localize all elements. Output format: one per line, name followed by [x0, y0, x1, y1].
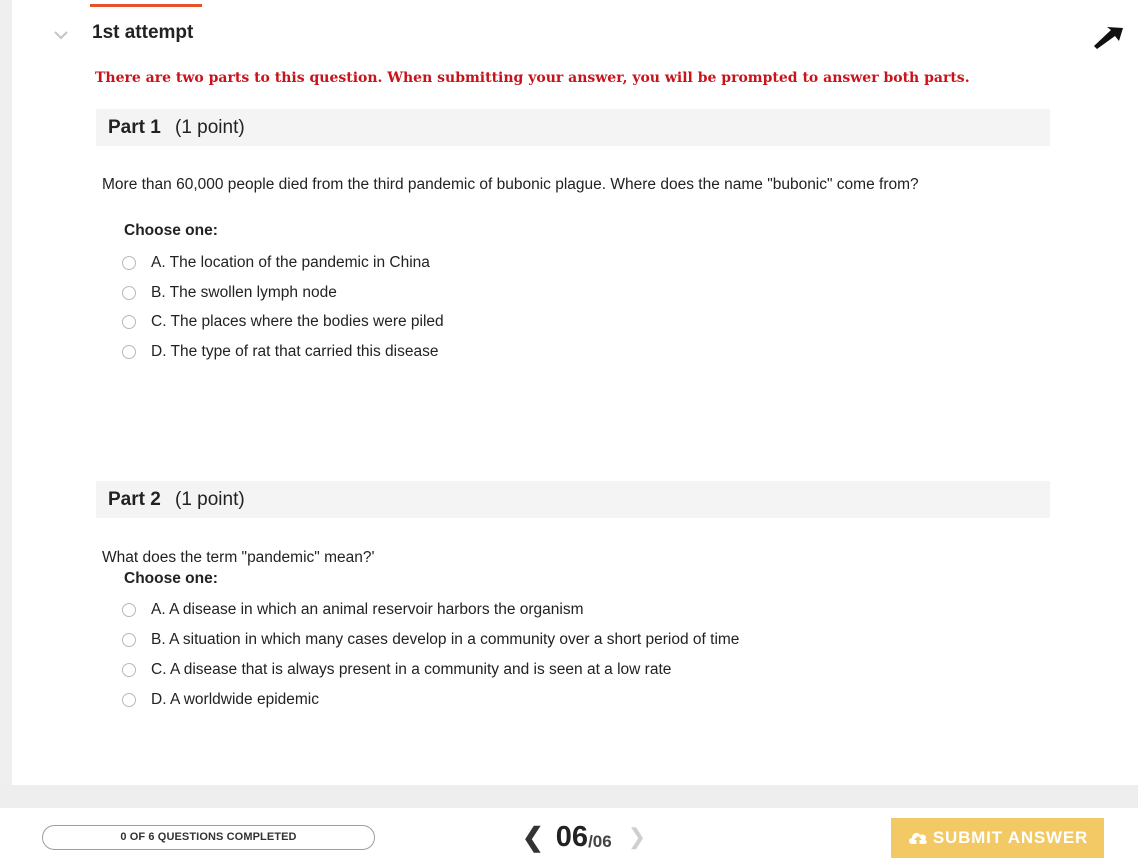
part-2-choose-label: Choose one:	[124, 570, 218, 587]
question-pager: ❮ 06 /06 ❯	[522, 820, 646, 854]
part-1-option-a[interactable]: A. The location of the pandemic in China	[122, 251, 430, 275]
tab-accent-bar	[90, 4, 202, 7]
radio-button[interactable]	[122, 256, 136, 270]
two-part-notice: There are two parts to this question. Wh…	[95, 70, 970, 86]
arrow-icon[interactable]	[1090, 24, 1124, 50]
option-label: C. A disease that is always present in a…	[151, 661, 672, 678]
radio-button[interactable]	[122, 663, 136, 677]
option-label: D. The type of rat that carried this dis…	[151, 343, 439, 360]
part-1-option-c[interactable]: C. The places where the bodies were pile…	[122, 310, 444, 334]
option-label: D. A worldwide epidemic	[151, 691, 319, 708]
radio-button[interactable]	[122, 315, 136, 329]
option-label: B. The swollen lymph node	[151, 284, 337, 301]
option-label: B. A situation in which many cases devel…	[151, 631, 740, 648]
submit-label: SUBMIT ANSWER	[932, 828, 1089, 847]
part-1-question: More than 60,000 people died from the th…	[102, 176, 919, 193]
option-label: A. The location of the pandemic in China	[151, 254, 430, 271]
part-label: Part 2	[108, 489, 161, 510]
part-2-option-d[interactable]: D. A worldwide epidemic	[122, 688, 319, 712]
part-1-header: Part 1 (1 point)	[96, 109, 1050, 146]
radio-button[interactable]	[122, 345, 136, 359]
part-1-choose-label: Choose one:	[124, 222, 218, 239]
chevron-right-icon[interactable]: ❯	[628, 824, 646, 850]
progress-text: 0 OF 6 QUESTIONS COMPLETED	[120, 831, 297, 843]
radio-button[interactable]	[122, 693, 136, 707]
part-2-header: Part 2 (1 point)	[96, 481, 1050, 518]
part-points: (1 point)	[175, 489, 245, 510]
chevron-down-icon[interactable]	[52, 28, 70, 42]
submit-answer-button[interactable]: SUBMIT ANSWER	[891, 818, 1104, 858]
part-label: Part 1	[108, 117, 161, 138]
part-2-option-b[interactable]: B. A situation in which many cases devel…	[122, 628, 739, 652]
pager-total: /06	[588, 832, 612, 851]
left-rail	[0, 0, 12, 785]
radio-button[interactable]	[122, 286, 136, 300]
part-1-option-d[interactable]: D. The type of rat that carried this dis…	[122, 340, 438, 364]
footer-separator	[0, 785, 1138, 808]
option-label: A. A disease in which an animal reservoi…	[151, 601, 584, 618]
pager-current: 06	[555, 820, 589, 853]
radio-button[interactable]	[122, 603, 136, 617]
progress-bar: 0 OF 6 QUESTIONS COMPLETED	[42, 825, 375, 850]
radio-button[interactable]	[122, 633, 136, 647]
attempt-title: 1st attempt	[92, 22, 194, 43]
chevron-left-icon[interactable]: ❮	[522, 822, 544, 853]
option-label: C. The places where the bodies were pile…	[151, 313, 444, 330]
cloud-upload-icon	[908, 832, 927, 844]
part-points: (1 point)	[175, 117, 245, 138]
part-2-question: What does the term "pandemic" mean?'	[102, 549, 375, 566]
part-2-option-a[interactable]: A. A disease in which an animal reservoi…	[122, 598, 584, 622]
part-1-option-b[interactable]: B. The swollen lymph node	[122, 281, 337, 305]
footer-bar: 0 OF 6 QUESTIONS COMPLETED ❮ 06 /06 ❯ SU…	[0, 808, 1138, 861]
part-2-option-c[interactable]: C. A disease that is always present in a…	[122, 658, 671, 682]
